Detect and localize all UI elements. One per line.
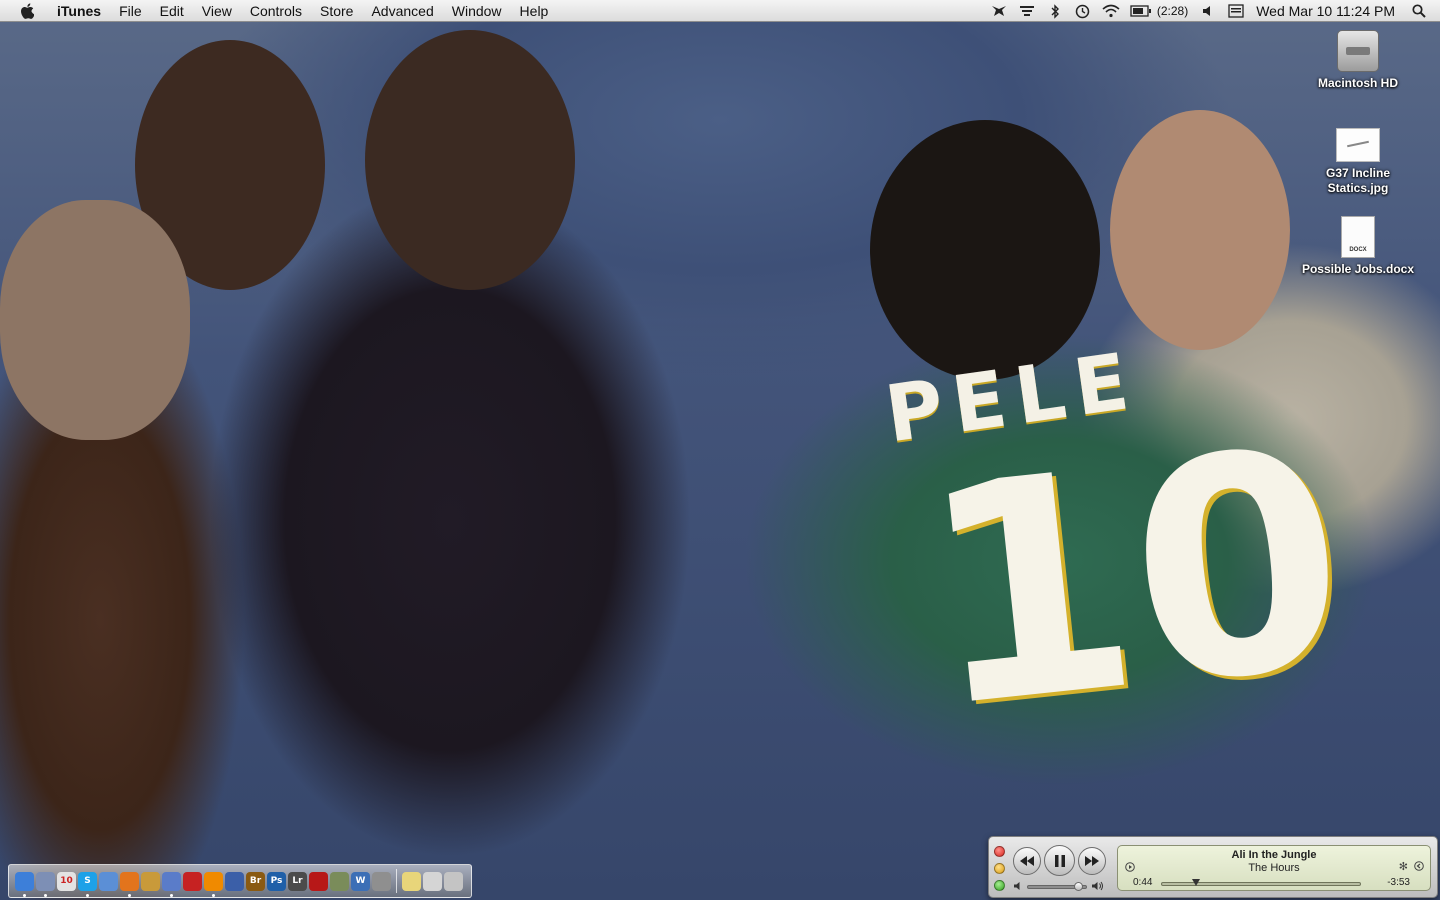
track-title: Ali In the Jungle	[1231, 849, 1317, 861]
system-preferences-icon[interactable]	[372, 871, 391, 891]
ical-icon[interactable]: 10	[57, 871, 76, 891]
fast-forward-icon	[1085, 856, 1099, 866]
menu-bar: iTunes File Edit View Controls Store Adv…	[0, 0, 1440, 22]
menu-help[interactable]: Help	[511, 0, 558, 22]
garageband-icon[interactable]	[141, 871, 160, 891]
next-track-button[interactable]	[1078, 847, 1106, 875]
close-button[interactable]	[994, 846, 1005, 857]
genius-icon[interactable]: ✻	[1399, 860, 1408, 873]
ichat-icon[interactable]	[99, 871, 118, 891]
menu-view[interactable]: View	[193, 0, 241, 22]
finder-icon[interactable]	[15, 871, 34, 897]
remaining-time[interactable]: -3:53	[1387, 877, 1410, 888]
growl-icon[interactable]	[990, 3, 1008, 19]
track-artist: The Hours	[1248, 862, 1300, 874]
wallpaper-figure	[365, 30, 575, 290]
rewind-icon	[1020, 856, 1034, 866]
bluetooth-icon[interactable]	[1046, 3, 1064, 19]
pause-button[interactable]	[1044, 845, 1075, 876]
dock-separator	[396, 869, 397, 893]
volume-high-icon	[1091, 881, 1104, 894]
network-icon[interactable]	[225, 871, 244, 891]
status-area: (2:28) Wed Mar 10 11:24 PM	[985, 0, 1440, 22]
desktop-icon-macintosh-hd[interactable]: Macintosh HD	[1298, 30, 1418, 91]
photoshop-icon[interactable]: Ps	[267, 871, 286, 891]
wallpaper-figure	[0, 200, 190, 440]
jersey-number-text: 10	[907, 384, 1360, 775]
photo-booth-icon[interactable]	[183, 871, 202, 891]
menu-store[interactable]: Store	[311, 0, 362, 22]
battery-time[interactable]: (2:28)	[1157, 4, 1188, 18]
input-menu-icon[interactable]	[1227, 3, 1245, 19]
wifi-icon[interactable]	[1102, 3, 1120, 19]
word-icon[interactable]: W	[351, 871, 370, 891]
wallpaper-figure	[870, 120, 1100, 380]
menu-window[interactable]: Window	[443, 0, 511, 22]
desktop-icon-label: Macintosh HD	[1317, 76, 1398, 90]
menu-file[interactable]: File	[110, 0, 151, 22]
itunes-mini-player: Ali In the Jungle The Hours ✻ 0:44 -3:53	[988, 836, 1438, 898]
trash-icon[interactable]	[444, 871, 463, 891]
volume-slider-knob[interactable]	[1074, 882, 1083, 891]
firefox-icon[interactable]	[120, 871, 139, 897]
lightroom-icon[interactable]: Lr	[288, 871, 307, 891]
acrobat-icon[interactable]	[309, 871, 328, 891]
desktop-icon-possible-jobs[interactable]: DOCX Possible Jobs.docx	[1298, 216, 1418, 277]
menu-advanced[interactable]: Advanced	[362, 0, 442, 22]
wallpaper-figure	[1110, 110, 1290, 350]
docx-badge: DOCX	[1349, 247, 1367, 253]
vlc-icon[interactable]	[204, 871, 223, 897]
volume-slider[interactable]	[1027, 882, 1087, 891]
menu-extra-icon[interactable]	[1018, 3, 1036, 19]
applications-stack-icon[interactable]	[423, 871, 442, 891]
elapsed-time: 0:44	[1133, 877, 1153, 888]
preview-icon[interactable]	[36, 871, 55, 897]
playhead[interactable]	[1192, 879, 1200, 886]
documents-stack-icon[interactable]	[402, 871, 421, 891]
itunes-icon[interactable]	[162, 871, 181, 897]
jpg-file-icon	[1336, 128, 1380, 162]
desktop-icon-g37-incline-statics[interactable]: G37 Incline Statics.jpg	[1298, 128, 1418, 196]
iphoto-icon[interactable]	[330, 871, 349, 891]
menu-controls[interactable]: Controls	[241, 0, 311, 22]
playback-progress-bar[interactable]	[1161, 879, 1361, 886]
volume-low-icon	[1013, 881, 1024, 894]
spotlight-search-icon[interactable]	[1410, 3, 1428, 19]
hard-drive-icon	[1337, 30, 1379, 72]
desktop-icon-label: G37 Incline	[1325, 166, 1391, 180]
docx-file-icon: DOCX	[1341, 216, 1375, 258]
menu-edit[interactable]: Edit	[151, 0, 193, 22]
bridge-icon[interactable]: Br	[246, 871, 265, 891]
desktop-wallpaper: PELE 10	[0, 0, 1440, 900]
battery-icon[interactable]	[1130, 3, 1152, 19]
pause-icon	[1054, 854, 1065, 867]
zoom-button[interactable]	[994, 880, 1005, 891]
now-playing-display: Ali In the Jungle The Hours ✻ 0:44 -3:53	[1117, 845, 1431, 891]
minimize-button[interactable]	[994, 863, 1005, 874]
apple-logo-icon[interactable]	[18, 2, 36, 20]
arrow-circle-icon[interactable]	[1414, 861, 1424, 873]
desktop-icon-label: Possible Jobs.docx	[1301, 262, 1415, 276]
previous-track-button[interactable]	[1013, 847, 1041, 875]
skype-icon[interactable]: S	[78, 871, 97, 897]
volume-icon[interactable]	[1199, 3, 1217, 19]
menu-itunes[interactable]: iTunes	[48, 0, 110, 22]
time-machine-icon[interactable]	[1074, 3, 1092, 19]
menubar-clock[interactable]: Wed Mar 10 11:24 PM	[1256, 3, 1395, 19]
desktop-icon-label: Statics.jpg	[1327, 181, 1389, 195]
dock: 10 S Br Ps Lr W	[8, 864, 472, 898]
